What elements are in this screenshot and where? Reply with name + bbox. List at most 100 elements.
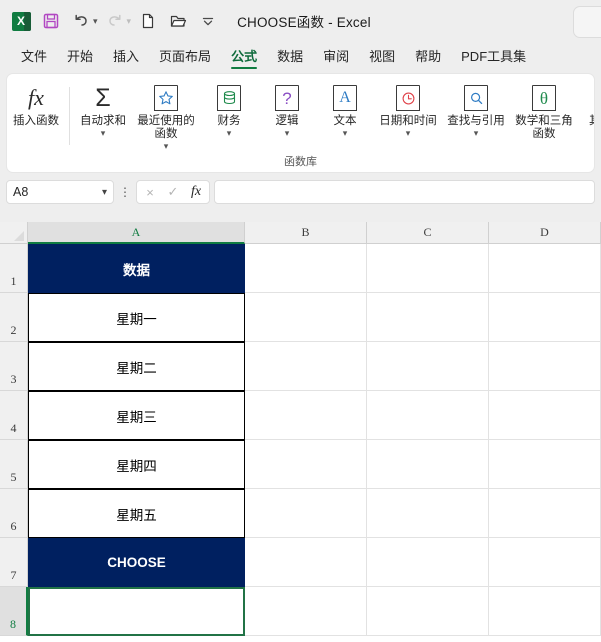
select-all-corner[interactable] [0,222,28,244]
customize-qat-icon[interactable] [193,7,223,35]
insert-function-button[interactable]: fx 插入函数 [7,79,65,128]
text-book-icon: A [332,83,358,113]
column-header-c[interactable]: C [367,222,489,244]
cell-d3[interactable] [489,342,601,391]
cell-a3[interactable]: 星期二 [28,342,245,391]
formula-input[interactable] [214,180,595,204]
cell-d2[interactable] [489,293,601,342]
save-icon[interactable] [36,7,66,35]
recent-functions-caret-icon[interactable]: ▾ [164,141,169,151]
window-controls-partial[interactable] [573,6,601,38]
tab-data[interactable]: 数据 [268,44,312,70]
open-folder-icon[interactable] [163,7,193,35]
row-header-6[interactable]: 6 [0,489,28,538]
undo-dropdown-caret[interactable]: ▾ [93,16,98,27]
cell-d7[interactable] [489,538,601,587]
tab-insert[interactable]: 插入 [104,44,148,70]
cell-c2[interactable] [367,293,489,342]
search-book-icon [463,83,489,113]
ribbon-group-function-library: fx 插入函数 Σ 自动求和 ▾ 最近使用的函数 ▾ 财务 ▾ ? 逻辑 ▾ A… [7,74,594,157]
row-header-5[interactable]: 5 [0,440,28,489]
question-book-icon: ? [274,83,300,113]
row-header-8[interactable]: 8 [0,587,28,636]
cell-a5[interactable]: 星期四 [28,440,245,489]
table-row [28,587,601,636]
new-file-icon[interactable] [133,7,163,35]
financial-caret-icon[interactable]: ▾ [227,128,232,138]
row-header-7[interactable]: 7 [0,538,28,587]
cell-a1[interactable]: 数据 [28,244,245,293]
column-header-b[interactable]: B [245,222,367,244]
name-box[interactable]: A8 ▾ [6,180,114,204]
cell-d1[interactable] [489,244,601,293]
tab-page-layout[interactable]: 页面布局 [150,44,220,70]
cell-a4[interactable]: 星期三 [28,391,245,440]
excel-window: ▾ ▾ CHOOSE函数 - Excel 文件 开始 插入 页面布局 公式 数据… [0,0,601,642]
autosum-caret-icon[interactable]: ▾ [101,128,106,138]
cell-b1[interactable] [245,244,367,293]
lookup-reference-button[interactable]: 查找与引用 ▾ [442,79,510,138]
more-functions-button[interactable]: ••• 其他函数 ▾ [578,79,594,138]
formula-action-buttons: × ✓ fx [136,180,210,204]
tab-formulas[interactable]: 公式 [222,44,266,70]
cell-b6[interactable] [245,489,367,538]
column-header-d[interactable]: D [489,222,601,244]
tab-review[interactable]: 审阅 [314,44,358,70]
recent-functions-button[interactable]: 最近使用的函数 ▾ [132,79,200,151]
lookup-reference-caret-icon[interactable]: ▾ [474,128,479,138]
logical-label: 逻辑 [275,115,299,127]
cell-b8[interactable] [245,587,367,636]
cell-b4[interactable] [245,391,367,440]
cell-c3[interactable] [367,342,489,391]
row-header-4[interactable]: 4 [0,391,28,440]
confirm-icon[interactable]: ✓ [162,182,184,202]
cell-d5[interactable] [489,440,601,489]
cell-c7[interactable] [367,538,489,587]
cell-d6[interactable] [489,489,601,538]
tab-home[interactable]: 开始 [58,44,102,70]
date-time-button[interactable]: 日期和时间 ▾ [374,79,442,138]
financial-button[interactable]: 财务 ▾ [200,79,258,138]
text-label: 文本 [333,115,357,127]
logical-button[interactable]: ? 逻辑 ▾ [258,79,316,138]
formula-bar-drag-handle[interactable]: ⋮ [118,186,132,198]
cell-c4[interactable] [367,391,489,440]
tab-pdf-toolkit[interactable]: PDF工具集 [452,44,535,70]
row-header-3[interactable]: 3 [0,342,28,391]
math-trig-button[interactable]: θ 数学和三角函数 [510,79,578,141]
cell-c5[interactable] [367,440,489,489]
cell-a7[interactable]: CHOOSE [28,538,245,587]
redo-dropdown-caret: ▾ [126,15,132,26]
autosum-button[interactable]: Σ 自动求和 ▾ [74,79,132,138]
row-header-1[interactable]: 1 [0,244,28,293]
cell-b3[interactable] [245,342,367,391]
cell-d4[interactable] [489,391,601,440]
insert-function-icon[interactable]: fx [185,182,207,202]
table-row: 星期二 [28,342,601,391]
cell-a2[interactable]: 星期一 [28,293,245,342]
logical-caret-icon[interactable]: ▾ [285,128,290,138]
cell-a6[interactable]: 星期五 [28,489,245,538]
tab-file[interactable]: 文件 [12,44,56,70]
recent-functions-label: 最近使用的函数 [137,115,195,140]
text-caret-icon[interactable]: ▾ [343,128,348,138]
cell-c1[interactable] [367,244,489,293]
undo-icon[interactable] [66,7,96,35]
cell-c6[interactable] [367,489,489,538]
cancel-icon[interactable]: × [139,182,161,202]
text-button[interactable]: A 文本 ▾ [316,79,374,138]
star-book-icon [153,83,179,113]
cell-b2[interactable] [245,293,367,342]
cell-c8[interactable] [367,587,489,636]
cell-b7[interactable] [245,538,367,587]
chevron-down-icon[interactable]: ▾ [102,187,107,198]
cell-a8[interactable] [28,587,245,636]
cell-b5[interactable] [245,440,367,489]
cell-d8[interactable] [489,587,601,636]
row-header-2[interactable]: 2 [0,293,28,342]
column-header-a[interactable]: A [28,222,245,244]
date-time-caret-icon[interactable]: ▾ [406,128,411,138]
tab-view[interactable]: 视图 [360,44,404,70]
tab-help[interactable]: 帮助 [406,44,450,70]
redo-icon [100,7,130,35]
